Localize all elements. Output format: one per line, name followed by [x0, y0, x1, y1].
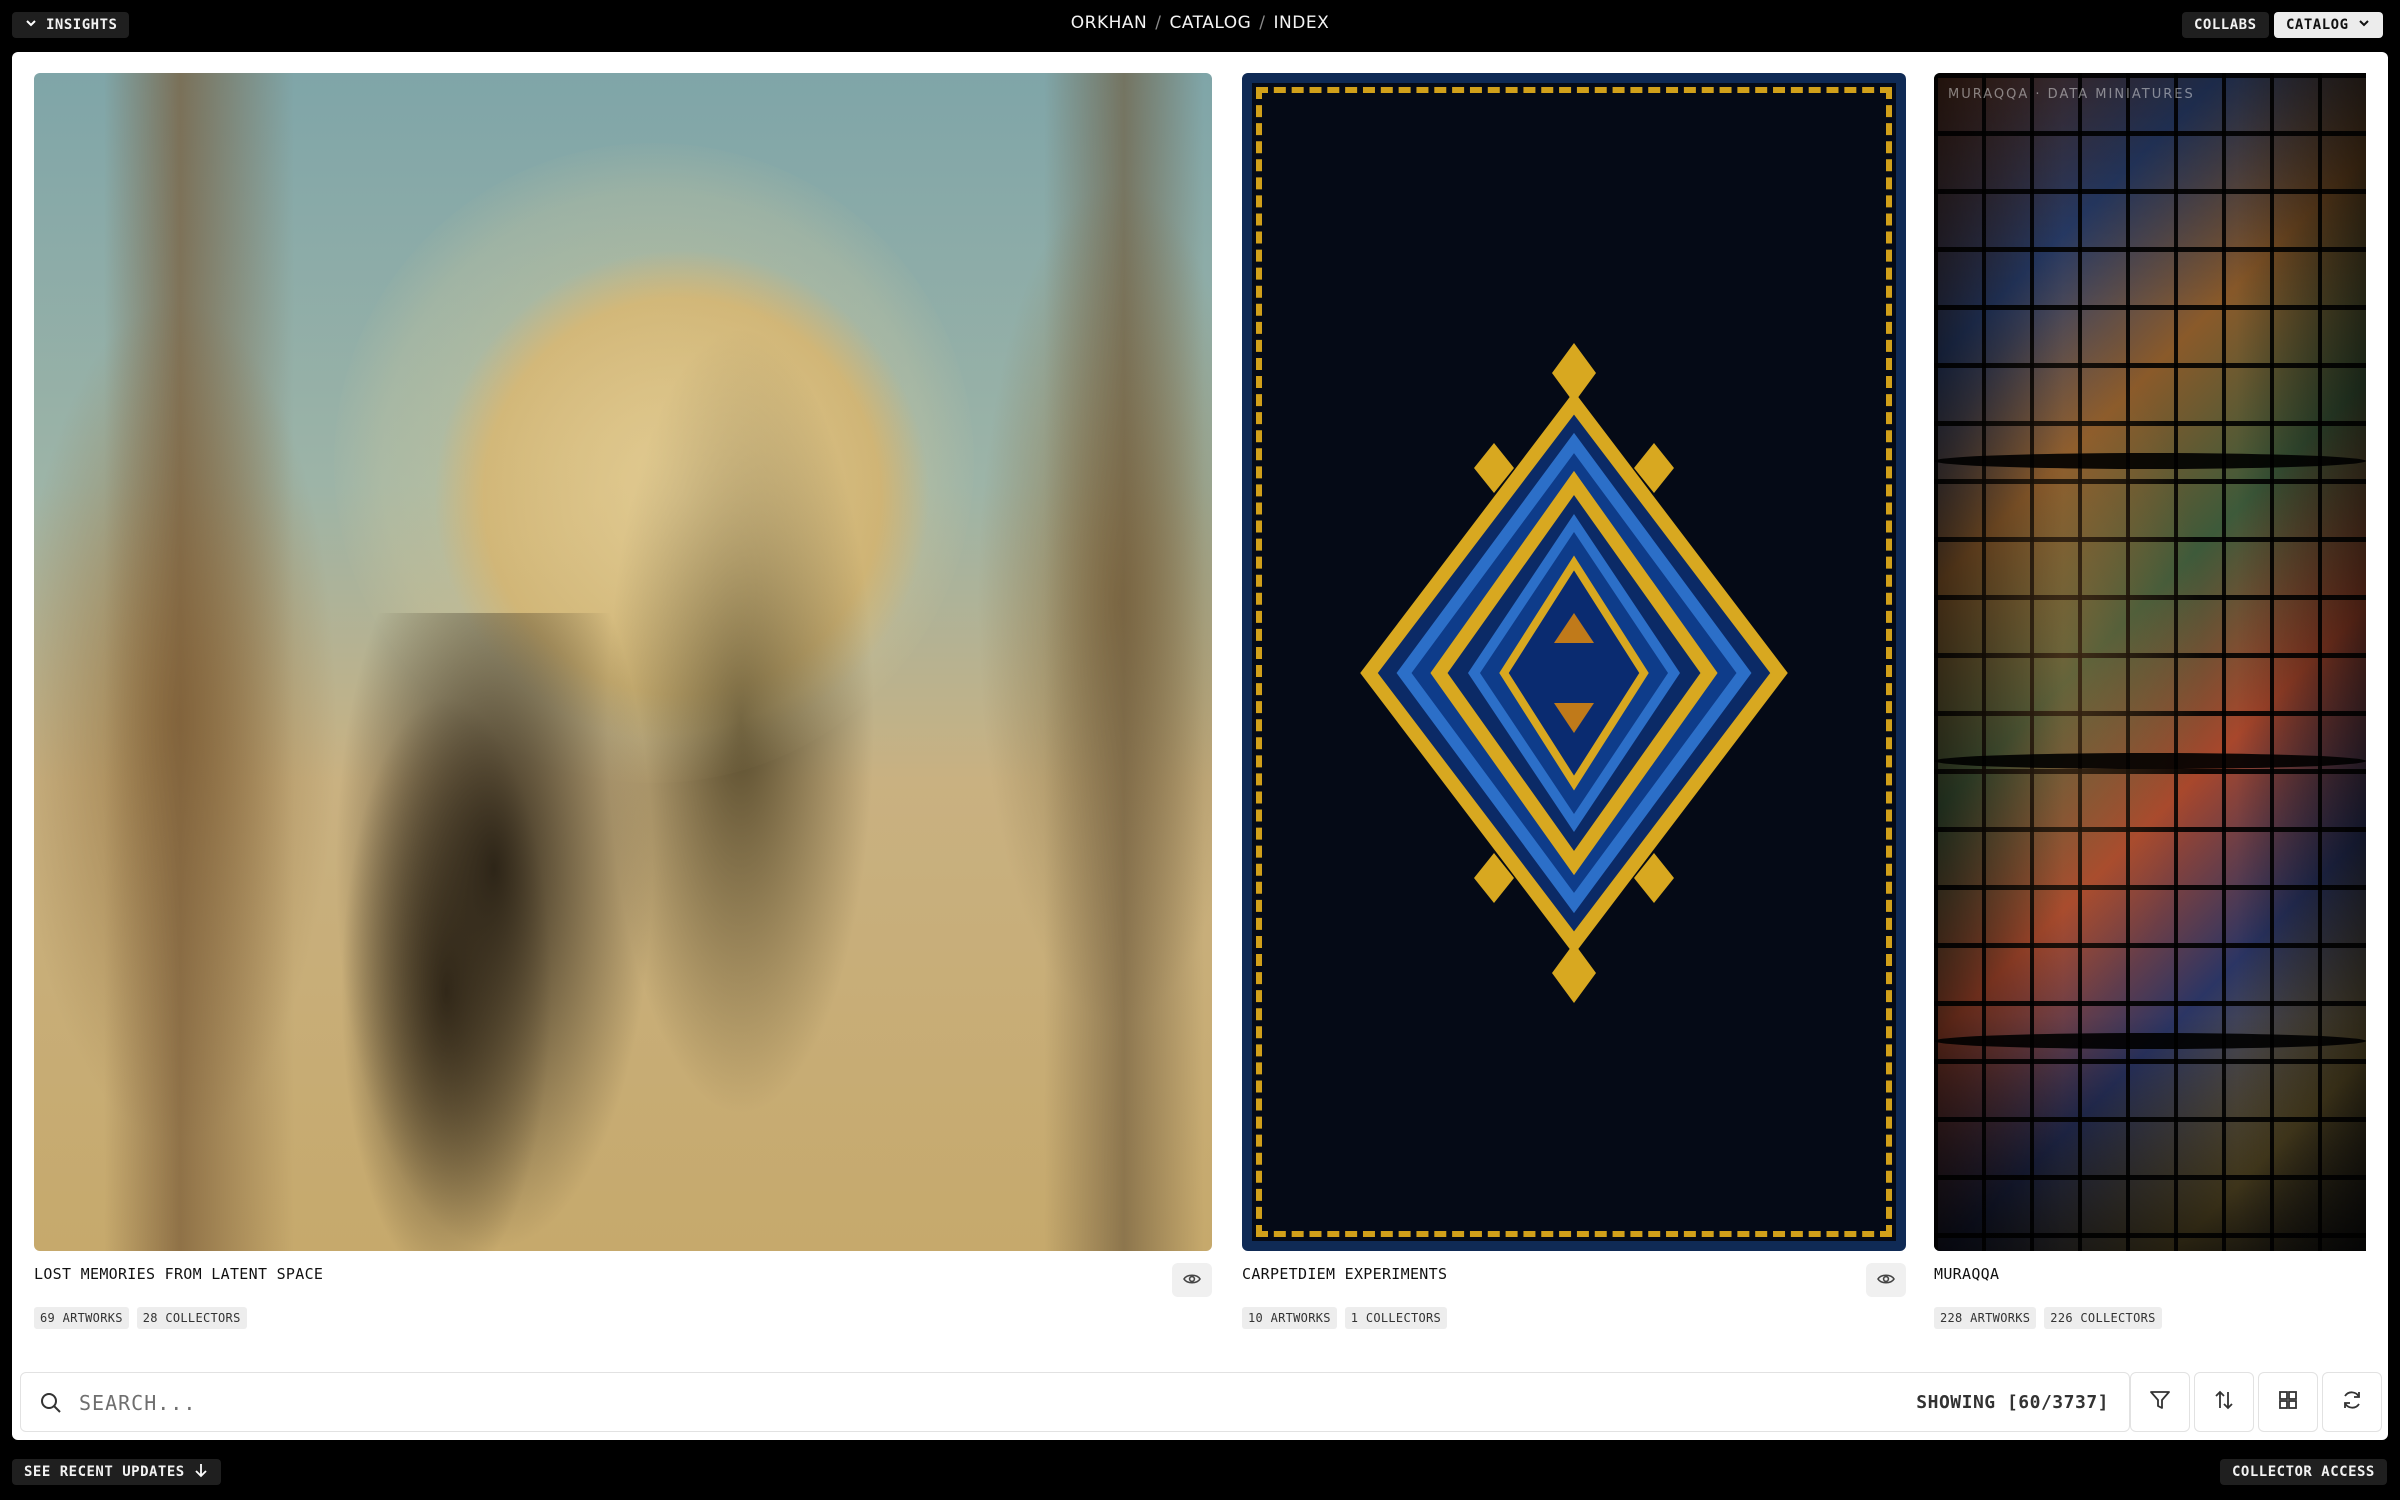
- collection-artwork-image[interactable]: [1242, 73, 1906, 1251]
- eye-icon: [1183, 1271, 1201, 1290]
- collector-access-label: COLLECTOR ACCESS: [2232, 1464, 2375, 1480]
- grid-view-button[interactable]: [2258, 1372, 2318, 1432]
- collectors-count-badge: 1 COLLECTORS: [1344, 1307, 1448, 1329]
- collection-gallery: LOST MEMORIES FROM LATENT SPACE 69 ARTWO…: [12, 52, 2388, 1352]
- refresh-button[interactable]: [2322, 1372, 2382, 1432]
- arrow-down-icon: [193, 1462, 209, 1482]
- view-collection-button[interactable]: [1866, 1263, 1906, 1297]
- breadcrumb-item-orkhan[interactable]: ORKHAN: [1071, 13, 1147, 33]
- catalog-dropdown[interactable]: CATALOG: [2274, 12, 2383, 38]
- collection-title[interactable]: LOST MEMORIES FROM LATENT SPACE: [34, 1265, 323, 1283]
- search-icon: [39, 1391, 63, 1419]
- search-input[interactable]: [79, 1381, 1879, 1425]
- breadcrumb-item-index: INDEX: [1273, 13, 1330, 33]
- collector-access-button[interactable]: COLLECTOR ACCESS: [2220, 1459, 2387, 1485]
- view-collection-button[interactable]: [1172, 1263, 1212, 1297]
- collabs-label: COLLABS: [2194, 17, 2257, 33]
- collection-artwork-image[interactable]: [34, 73, 1212, 1251]
- eye-icon: [1877, 1271, 1895, 1290]
- search-field[interactable]: SHOWING [60/3737]: [20, 1372, 2130, 1432]
- updates-label: SEE RECENT UPDATES: [24, 1464, 185, 1480]
- collabs-button[interactable]: COLLABS: [2182, 12, 2269, 38]
- artworks-count-badge: 228 ARTWORKS: [1934, 1307, 2037, 1329]
- filter-button[interactable]: [2130, 1372, 2190, 1432]
- breadcrumb-item-catalog[interactable]: CATALOG: [1169, 13, 1251, 33]
- search-toolbar: SHOWING [60/3737]: [20, 1372, 2382, 1432]
- collection-artwork-image[interactable]: MURAQQA · DATA MINIATURES: [1934, 73, 2366, 1251]
- sort-icon: [2213, 1389, 2235, 1415]
- collection-title[interactable]: CARPETDIEM EXPERIMENTS: [1242, 1265, 1447, 1283]
- catalog-label: CATALOG: [2286, 17, 2349, 33]
- collection-stats: 69 ARTWORKS 28 COLLECTORS: [34, 1307, 247, 1329]
- chevron-down-icon: [2357, 16, 2371, 34]
- grid-icon: [2277, 1389, 2299, 1415]
- collection-title[interactable]: MURAQQA: [1934, 1265, 1999, 1283]
- artwork-watermark: MURAQQA · DATA MINIATURES: [1948, 87, 2195, 102]
- collection-stats: 10 ARTWORKS 1 COLLECTORS: [1242, 1307, 1448, 1329]
- breadcrumb-separator: /: [1259, 13, 1266, 33]
- filter-icon: [2149, 1389, 2171, 1415]
- artworks-count-badge: 69 ARTWORKS: [34, 1307, 129, 1329]
- top-bar: INSIGHTS ORKHAN / CATALOG / INDEX COLLABS CA…: [0, 0, 2400, 50]
- collectors-count-badge: 28 COLLECTORS: [136, 1307, 247, 1329]
- artworks-count-badge: 10 ARTWORKS: [1242, 1307, 1337, 1329]
- collectors-count-badge: 226 COLLECTORS: [2044, 1307, 2162, 1329]
- results-count: SHOWING [60/3737]: [1916, 1392, 2109, 1413]
- breadcrumb-separator: /: [1155, 13, 1162, 33]
- main-panel: LOST MEMORIES FROM LATENT SPACE 69 ARTWO…: [12, 52, 2388, 1440]
- collection-stats: 228 ARTWORKS 226 COLLECTORS: [1934, 1307, 2162, 1329]
- sort-button[interactable]: [2194, 1372, 2254, 1432]
- breadcrumb: ORKHAN / CATALOG / INDEX: [0, 13, 2400, 33]
- refresh-icon: [2341, 1389, 2363, 1415]
- recent-updates-button[interactable]: SEE RECENT UPDATES: [12, 1459, 221, 1485]
